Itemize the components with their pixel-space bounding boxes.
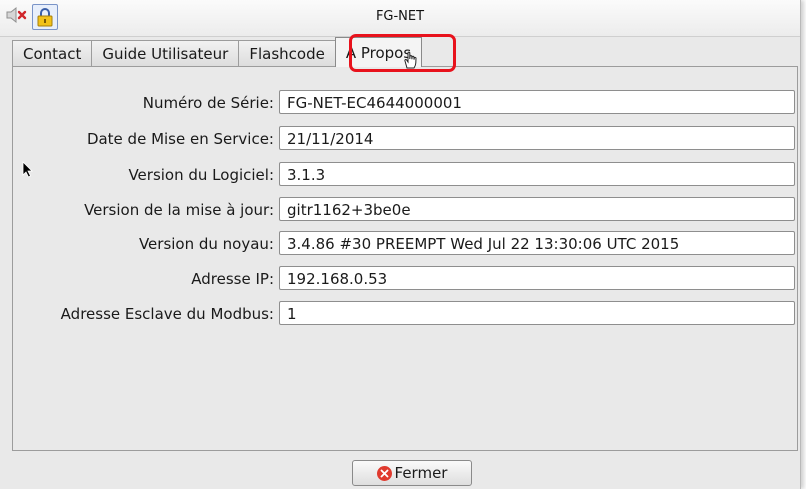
about-panel: Numéro de Série: FG-NET-EC4644000001 Dat… bbox=[12, 66, 798, 451]
tab-contact[interactable]: Contact bbox=[12, 40, 93, 67]
serial-number-field[interactable]: FG-NET-EC4644000001 bbox=[279, 90, 795, 114]
field-row-kernel-version: Version du noyau: 3.4.86 #30 PREEMPT Wed… bbox=[13, 231, 799, 257]
commissioning-date-label: Date de Mise en Service: bbox=[86, 130, 274, 148]
update-version-label: Version de la mise à jour: bbox=[84, 201, 274, 219]
field-row-serial: Numéro de Série: FG-NET-EC4644000001 bbox=[13, 90, 799, 116]
close-button[interactable]: Fermer bbox=[352, 460, 472, 486]
modbus-slave-address-field[interactable]: 1 bbox=[279, 301, 795, 325]
ip-address-label: Adresse IP: bbox=[191, 270, 274, 288]
kernel-version-field[interactable]: 3.4.86 #30 PREEMPT Wed Jul 22 13:30:06 U… bbox=[279, 231, 795, 255]
kernel-version-label: Version du noyau: bbox=[138, 235, 274, 253]
ip-address-field[interactable]: 192.168.0.53 bbox=[279, 266, 795, 290]
update-version-field[interactable]: gitr1162+3be0e bbox=[279, 197, 795, 221]
software-version-label: Version du Logiciel: bbox=[128, 166, 274, 184]
software-version-field[interactable]: 3.1.3 bbox=[279, 162, 795, 186]
tab-guide-utilisateur[interactable]: Guide Utilisateur bbox=[91, 40, 240, 67]
tab-flashcode[interactable]: Flashcode bbox=[238, 40, 336, 67]
mouse-pointer-icon bbox=[22, 161, 33, 178]
title-bar: FG-NET bbox=[0, 0, 800, 37]
serial-number-label: Numéro de Série: bbox=[142, 94, 274, 112]
hand-pointer-icon bbox=[404, 51, 417, 69]
field-row-modbus-slave: Adresse Esclave du Modbus: 1 bbox=[13, 301, 799, 327]
field-row-update-version: Version de la mise à jour: gitr1162+3be0… bbox=[13, 197, 799, 223]
window-title: FG-NET bbox=[375, 9, 425, 24]
field-row-software-version: Version du Logiciel: 3.1.3 bbox=[13, 162, 799, 188]
modbus-slave-address-label: Adresse Esclave du Modbus: bbox=[60, 305, 274, 323]
commissioning-date-field[interactable]: 21/11/2014 bbox=[279, 126, 795, 150]
close-icon bbox=[376, 465, 392, 481]
close-button-label: Fermer bbox=[394, 464, 448, 482]
field-row-commissioning-date: Date de Mise en Service: 21/11/2014 bbox=[13, 126, 799, 152]
field-row-ip-address: Adresse IP: 192.168.0.53 bbox=[13, 266, 799, 292]
app-window: FG-NET Contact Guide Utilisateur Flashco… bbox=[0, 0, 801, 489]
